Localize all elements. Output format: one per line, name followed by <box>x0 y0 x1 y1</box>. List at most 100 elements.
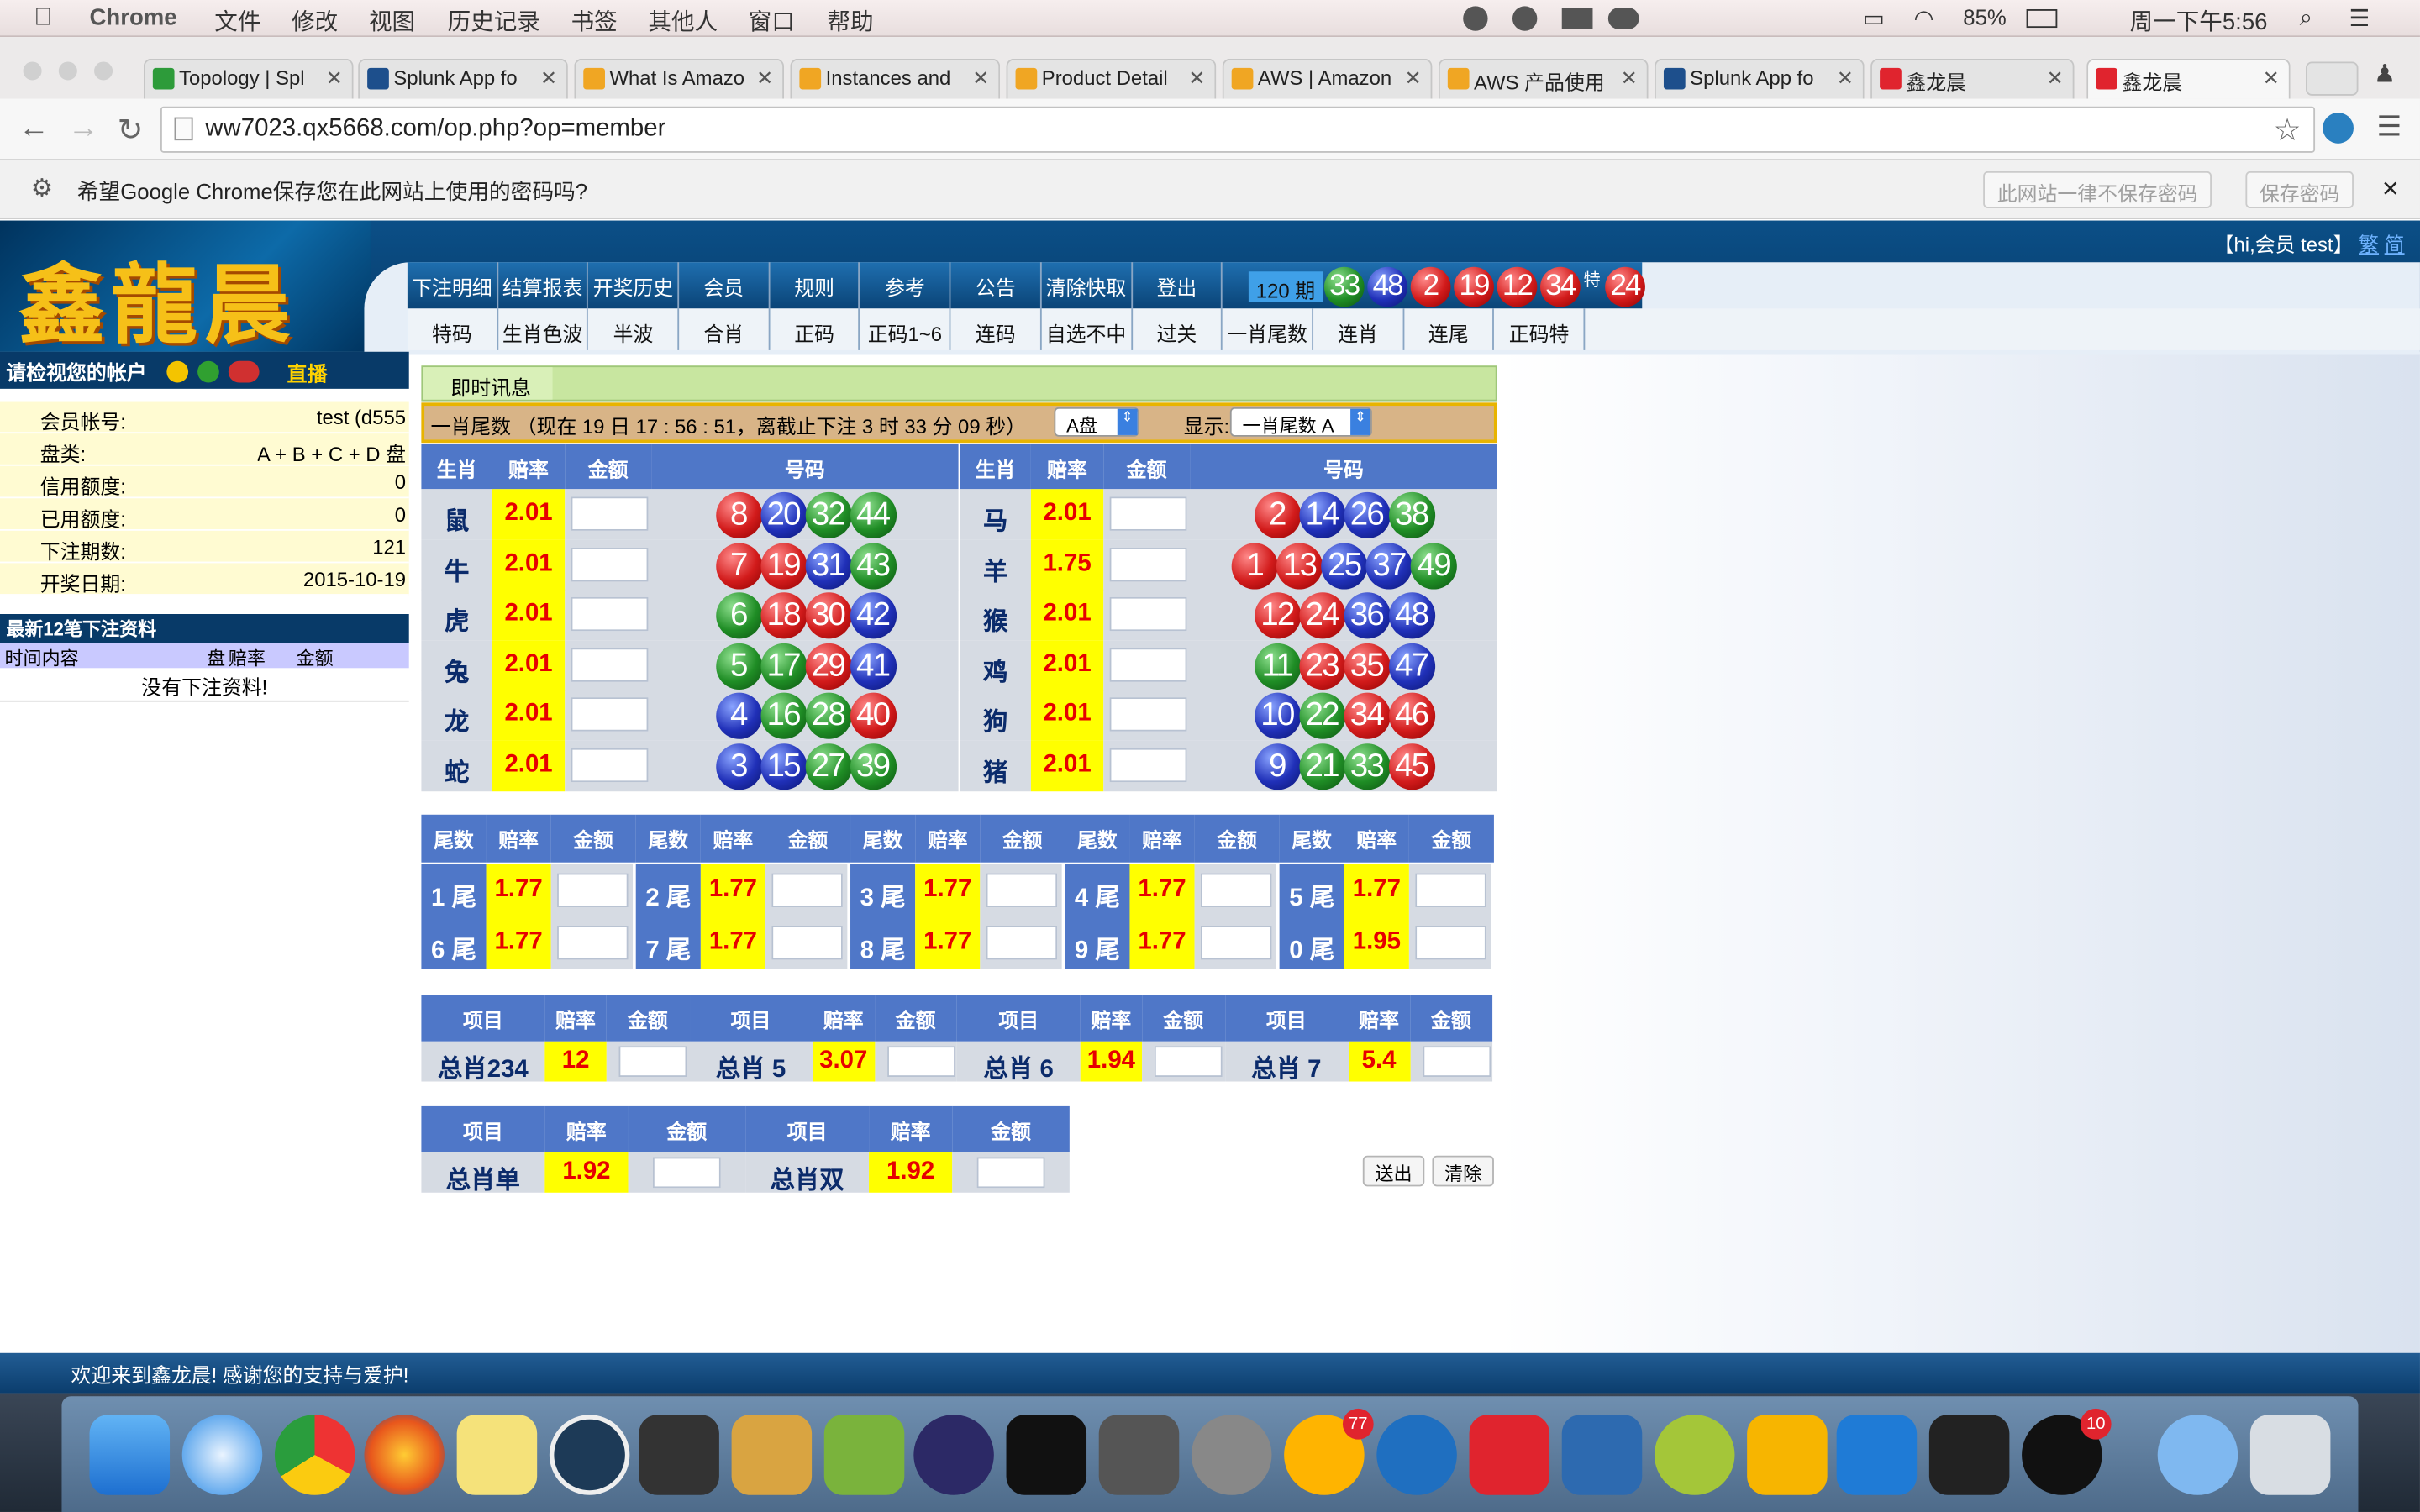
menu-history[interactable]: 历史记录 <box>448 5 540 38</box>
nav-top-item[interactable]: 会员 <box>679 262 771 309</box>
tail-amount-input[interactable] <box>986 926 1058 960</box>
app-icon-9[interactable] <box>823 1415 905 1495</box>
tab-close-icon[interactable]: ✕ <box>1837 66 1854 91</box>
pan-select[interactable]: A盘 ⇕ <box>1054 407 1139 437</box>
nav-bottom-item[interactable]: 合肖 <box>679 308 771 350</box>
stickies-icon[interactable] <box>456 1415 538 1495</box>
spotlight-icon[interactable]: ⌕ <box>2300 5 2312 31</box>
safari-icon[interactable] <box>182 1415 263 1495</box>
submit-button[interactable]: 送出 <box>1362 1155 1425 1187</box>
browser-tab[interactable]: Topology | Spl ✕ <box>143 58 354 99</box>
sourcetree-icon[interactable] <box>549 1415 630 1495</box>
browser-tab[interactable]: Splunk App fo ✕ <box>358 58 568 99</box>
zodiac-amount-input[interactable] <box>1109 547 1187 581</box>
zodiac-amount-input[interactable] <box>1109 648 1187 682</box>
tail-amount-input[interactable] <box>1415 926 1486 960</box>
nav-bottom-item[interactable]: 半波 <box>589 308 680 350</box>
tail-amount-input[interactable] <box>1200 926 1272 960</box>
menu-app-name[interactable]: Chrome <box>90 5 177 31</box>
tail-amount-input[interactable] <box>986 873 1058 907</box>
menu-window[interactable]: 窗口 <box>749 5 795 38</box>
vm-icon[interactable] <box>1928 1415 2010 1495</box>
tab-close-icon[interactable]: ✕ <box>326 66 343 91</box>
tab-close-icon[interactable]: ✕ <box>2263 66 2280 91</box>
zodiac-amount-input[interactable] <box>571 648 649 682</box>
chrome-icon[interactable] <box>274 1415 355 1495</box>
menu-people[interactable]: 其他人 <box>648 5 718 38</box>
nav-bottom-item[interactable]: 自选不中 <box>1042 308 1133 350</box>
parity-amount-input[interactable] <box>652 1157 721 1189</box>
browser-tab[interactable]: Instances and ✕ <box>790 58 1001 99</box>
nav-top-item[interactable]: 下注明细 <box>408 262 498 309</box>
save-password-button[interactable]: 保存密码 <box>2245 171 2354 208</box>
browser-tab[interactable]: Splunk App fo ✕ <box>1654 58 1865 99</box>
zodiac-amount-input[interactable] <box>571 547 649 581</box>
nav-bottom-item[interactable]: 正码1~6 <box>860 308 951 350</box>
browser-tab[interactable]: AWS 产品使用 ✕ <box>1438 58 1649 99</box>
nav-bottom-item[interactable]: 生肖色波 <box>498 308 589 350</box>
zodiac-amount-input[interactable] <box>1109 496 1187 531</box>
nav-bottom-item[interactable]: 连尾 <box>1404 308 1495 350</box>
status-icon-2[interactable] <box>1512 6 1538 31</box>
tab-close-icon[interactable]: ✕ <box>972 66 989 91</box>
app-icon-8[interactable] <box>731 1415 813 1495</box>
new-tab-button[interactable] <box>2306 61 2359 96</box>
forward-icon[interactable]: → <box>68 111 99 146</box>
nav-bottom-item[interactable]: 连肖 <box>1313 308 1404 350</box>
terminal-icon[interactable] <box>1006 1415 1087 1495</box>
nav-top-item[interactable]: 参考 <box>860 262 951 309</box>
apple-icon[interactable]:  <box>34 5 52 33</box>
tab-close-icon[interactable]: ✕ <box>540 66 557 91</box>
wifi-icon[interactable]: ◠ <box>1914 5 1934 32</box>
nav-bottom-item[interactable]: 正码特 <box>1495 308 1586 350</box>
browser-tab[interactable]: Product Detail ✕ <box>1006 58 1217 99</box>
browser-tab[interactable]: AWS | Amazon ✕ <box>1222 58 1433 99</box>
window-close-button[interactable] <box>23 61 42 81</box>
bookmark-star-icon[interactable]: ☆ <box>2274 111 2302 150</box>
clear-button[interactable]: 清除 <box>1432 1155 1494 1187</box>
live-link[interactable]: 直播 <box>287 358 328 387</box>
tab-close-icon[interactable]: ✕ <box>1621 66 1638 91</box>
tab-close-icon[interactable]: ✕ <box>756 66 773 91</box>
zodiac-amount-input[interactable] <box>571 496 649 531</box>
sketch-icon[interactable] <box>1747 1415 1828 1495</box>
virtualbox-icon[interactable] <box>1561 1415 1643 1495</box>
nav-top-item[interactable]: 清除快取 <box>1042 262 1133 309</box>
zodiac-amount-input[interactable] <box>571 697 649 732</box>
nav-bottom-item[interactable]: 特码 <box>408 308 498 350</box>
tail-amount-input[interactable] <box>771 873 843 907</box>
total-amount-input[interactable] <box>1154 1046 1223 1078</box>
infobar-close-icon[interactable]: ✕ <box>2381 176 2400 202</box>
nav-bottom-item[interactable]: 一肖尾数 <box>1223 308 1314 350</box>
tab-close-icon[interactable]: ✕ <box>1405 66 1422 91</box>
parity-amount-input[interactable] <box>976 1157 1045 1189</box>
total-amount-input[interactable] <box>886 1046 955 1078</box>
menu-help[interactable]: 帮助 <box>827 5 873 38</box>
window-zoom-button[interactable] <box>94 61 113 81</box>
profile-icon[interactable]: ♟ <box>2374 59 2407 92</box>
tab-close-icon[interactable]: ✕ <box>1188 66 1205 91</box>
menu-file[interactable]: 文件 <box>214 5 260 38</box>
zodiac-amount-input[interactable] <box>571 748 649 783</box>
never-save-button[interactable]: 此网站一律不保存密码 <box>1983 171 2212 208</box>
total-amount-input[interactable] <box>618 1046 687 1078</box>
nav-top-item[interactable]: 公告 <box>951 262 1042 309</box>
notification-icon[interactable]: ☰ <box>2349 5 2370 32</box>
chrome-menu-icon[interactable]: ☰ <box>2377 111 2402 144</box>
tail-amount-input[interactable] <box>557 873 629 907</box>
tab-close-icon[interactable]: ✕ <box>2047 66 2064 91</box>
downloads-icon[interactable] <box>2157 1415 2238 1495</box>
sublime-icon[interactable] <box>639 1415 719 1495</box>
back-icon[interactable]: ← <box>18 111 50 146</box>
chat-icon[interactable] <box>1376 1415 1457 1495</box>
menu-view[interactable]: 视图 <box>369 5 415 38</box>
nav-top-item[interactable]: 结算报表 <box>498 262 589 309</box>
tail-amount-input[interactable] <box>1200 873 1272 907</box>
clock[interactable]: 周一下午5:56 <box>2130 5 2268 38</box>
nav-top-item[interactable]: 开奖历史 <box>589 262 680 309</box>
markdown-icon[interactable] <box>1098 1415 1180 1495</box>
site-logo[interactable]: 鑫龍晨 <box>0 220 371 356</box>
nav-bottom-item[interactable]: 连码 <box>951 308 1042 350</box>
nav-bottom-item[interactable]: 过关 <box>1132 308 1223 350</box>
menu-edit[interactable]: 修改 <box>292 5 338 38</box>
